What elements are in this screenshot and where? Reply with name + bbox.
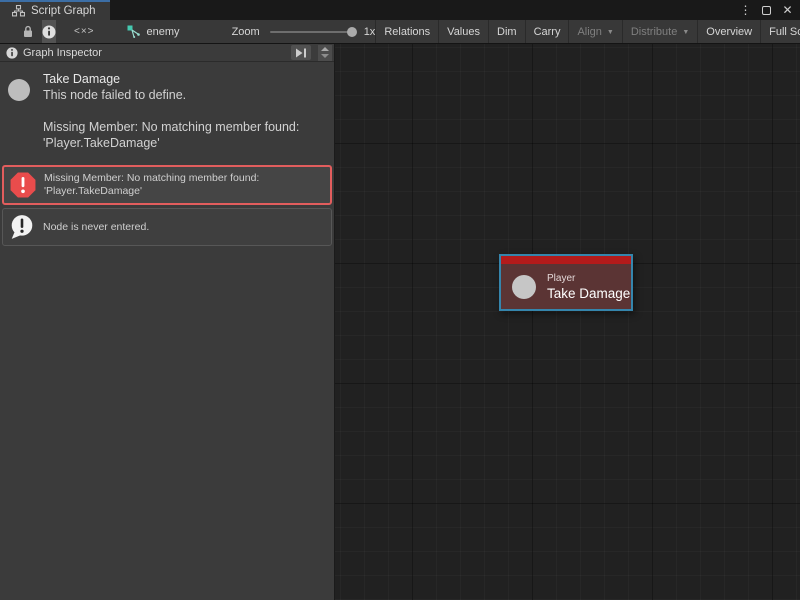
zoom-slider-handle[interactable] — [347, 27, 357, 37]
take-damage-node[interactable]: Player Take Damage — [499, 254, 633, 311]
error-detail-line1: Missing Member: No matching member found… — [43, 119, 323, 135]
tab-bar: Script Graph ⋮ ✕ — [0, 0, 800, 20]
graph-name-label: enemy — [147, 26, 180, 38]
window-controls: ⋮ ✕ — [737, 0, 796, 20]
lock-button[interactable] — [22, 20, 34, 43]
node-thumbnail-icon — [8, 79, 30, 101]
code-icon: <×> — [74, 26, 95, 37]
node-status: This node failed to define. — [43, 88, 323, 102]
dock-panel-button[interactable] — [291, 45, 311, 60]
dock-right-icon — [295, 48, 307, 58]
node-error-strip — [501, 256, 631, 264]
align-dropdown[interactable]: Align ▼ — [569, 20, 621, 43]
main-area: Graph Inspector Take Damage This — [0, 44, 800, 600]
node-overview-section: Take Damage This node failed to define. … — [0, 62, 334, 163]
graph-canvas[interactable]: Player Take Damage — [335, 44, 800, 600]
chevron-up-icon — [321, 47, 329, 51]
preview-code-button[interactable]: <×> — [74, 20, 95, 43]
error-line1: Missing Member: No matching member found… — [44, 172, 259, 185]
inspector-toggle-button[interactable] — [42, 20, 56, 43]
warning-message-box: Node is never entered. — [2, 208, 332, 246]
panel-size-stepper[interactable] — [318, 45, 332, 61]
warning-line: Node is never entered. — [43, 221, 149, 234]
values-button[interactable]: Values — [439, 20, 488, 43]
node-labels: Player Take Damage — [547, 273, 630, 301]
error-message-box: Missing Member: No matching member found… — [2, 165, 332, 205]
button-label: Overview — [706, 26, 752, 38]
button-label: Align — [577, 26, 601, 38]
relations-button[interactable]: Relations — [376, 20, 438, 43]
tab-script-graph[interactable]: Script Graph — [0, 0, 110, 20]
zoom-value: 1x — [364, 26, 376, 38]
node-group-label: Player — [547, 273, 630, 284]
graph-hierarchy-icon — [12, 5, 25, 17]
graph-inspector-header: Graph Inspector — [0, 44, 334, 62]
chevron-down-icon — [321, 54, 329, 58]
kebab-menu-icon: ⋮ — [740, 3, 752, 17]
error-message-text: Missing Member: No matching member found… — [44, 172, 259, 198]
node-body: Player Take Damage — [501, 264, 631, 309]
toolbar-button-group: Relations Values Dim Carry Align ▼ Distri… — [375, 20, 800, 43]
error-line2: 'Player.TakeDamage' — [44, 185, 259, 198]
carry-button[interactable]: Carry — [526, 20, 569, 43]
window-menu-button[interactable]: ⋮ — [737, 2, 754, 19]
node-overview-text: Take Damage This node failed to define. … — [43, 72, 323, 151]
distribute-dropdown[interactable]: Distribute ▼ — [623, 20, 697, 43]
inspector-title: Graph Inspector — [23, 47, 102, 59]
graph-breadcrumb[interactable]: enemy — [123, 20, 184, 43]
node-error-detail: Missing Member: No matching member found… — [43, 119, 323, 151]
dropdown-arrow-icon: ▼ — [607, 29, 614, 36]
warning-message-text: Node is never entered. — [43, 221, 149, 234]
button-label: Dim — [497, 26, 517, 38]
zoom-slider[interactable] — [270, 31, 352, 33]
zoom-label: Zoom — [232, 26, 260, 38]
dropdown-arrow-icon: ▼ — [682, 29, 689, 36]
tab-label: Script Graph — [31, 5, 96, 17]
node-title: Take Damage — [43, 72, 323, 86]
button-label: Relations — [384, 26, 430, 38]
script-graph-window: Script Graph ⋮ ✕ <×> — [0, 0, 800, 600]
button-label: Full Screen — [769, 26, 800, 38]
node-icon — [512, 275, 536, 299]
error-detail-line2: 'Player.TakeDamage' — [43, 135, 323, 151]
full-screen-button[interactable]: Full Screen — [761, 20, 800, 43]
info-icon — [42, 25, 56, 39]
maximize-button[interactable] — [758, 2, 775, 19]
button-label: Carry — [534, 26, 561, 38]
button-label: Distribute — [631, 26, 677, 38]
graph-node-icon — [127, 25, 141, 38]
zoom-control: Zoom 1x — [232, 20, 376, 43]
graph-toolbar: <×> enemy Zoom 1x Relations Values — [0, 20, 800, 44]
info-icon — [6, 47, 18, 59]
overview-button[interactable]: Overview — [698, 20, 760, 43]
maximize-icon — [762, 6, 771, 15]
close-button[interactable]: ✕ — [779, 2, 796, 19]
error-octagon-icon — [10, 172, 36, 198]
button-label: Values — [447, 26, 480, 38]
graph-inspector-panel: Graph Inspector Take Damage This — [0, 44, 335, 600]
dim-button[interactable]: Dim — [489, 20, 525, 43]
warning-bubble-icon — [9, 214, 35, 240]
lock-icon — [22, 25, 34, 38]
node-title-label: Take Damage — [547, 286, 630, 301]
close-icon: ✕ — [782, 3, 792, 17]
